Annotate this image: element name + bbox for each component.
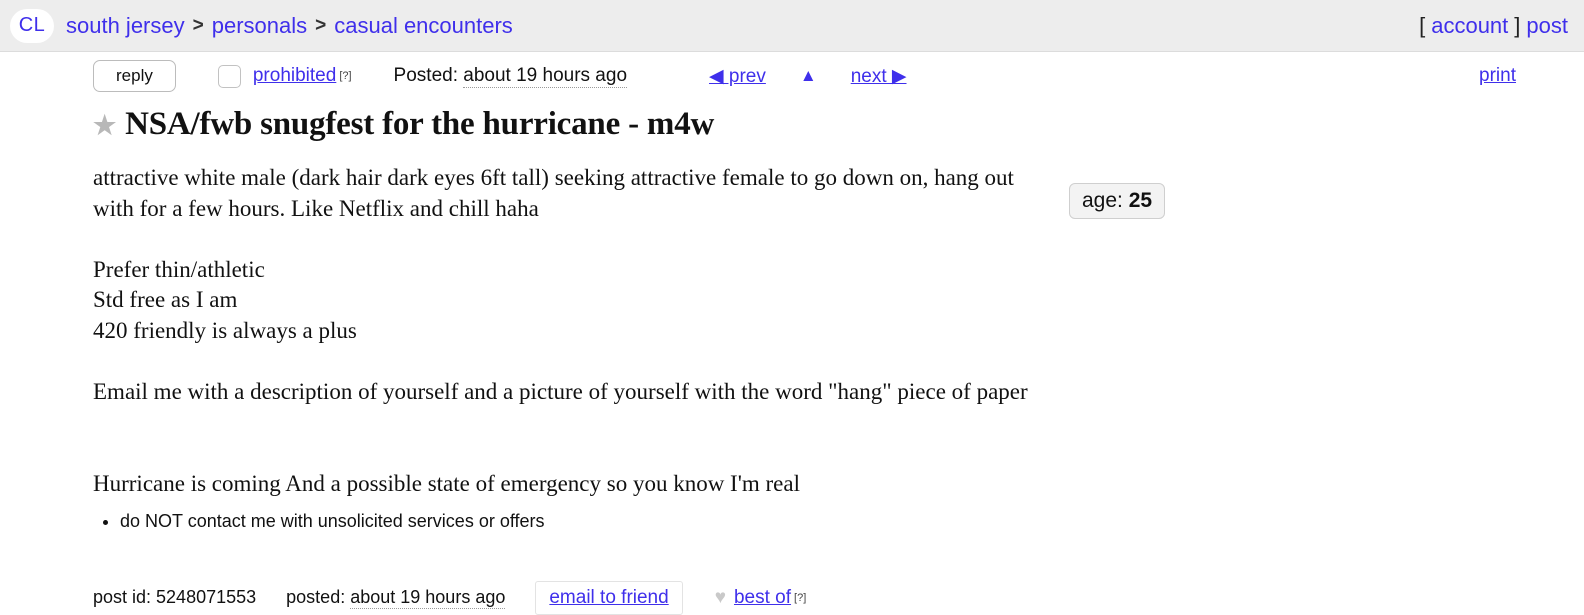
bracket-open: [: [1419, 12, 1426, 38]
attribute-age-key: age:: [1082, 189, 1123, 212]
post-toolbar: reply prohibited [?] Posted: about 19 ho…: [0, 52, 1584, 100]
post-footer: post id: 5248071553 posted: about 19 hou…: [0, 580, 1584, 615]
posting-title-text: NSA/fwb snugfest for the hurricane - m4w: [125, 106, 715, 142]
footer-posted-relative-time: about 19 hours ago: [350, 587, 506, 610]
account-link[interactable]: account: [1431, 13, 1508, 39]
breadcrumb-item-casual-encounters[interactable]: casual encounters: [334, 13, 513, 39]
up-arrow-icon[interactable]: ▲: [800, 66, 817, 86]
page-title: ★ NSA/fwb snugfest for the hurricane - m…: [93, 106, 1544, 143]
print-link[interactable]: print: [1479, 65, 1516, 87]
breadcrumb-separator: >: [192, 14, 204, 36]
posted-timestamp: Posted: about 19 hours ago: [393, 65, 628, 88]
best-of-link[interactable]: best of: [734, 587, 791, 609]
heart-icon[interactable]: ♥: [715, 588, 726, 607]
pager: ◀ prev ▲ next ▶: [709, 65, 907, 88]
reply-button[interactable]: reply: [93, 59, 176, 93]
best-of-group: ♥ best of [?]: [715, 587, 807, 609]
next-link[interactable]: next ▶: [851, 65, 907, 88]
list-item: do NOT contact me with unsolicited servi…: [120, 509, 1544, 534]
post-id: post id: 5248071553: [93, 587, 257, 608]
flag-prohibited-link[interactable]: prohibited: [253, 65, 336, 87]
posting-notices: do NOT contact me with unsolicited servi…: [93, 509, 1544, 534]
flag-prohibited-group: prohibited [?]: [217, 64, 352, 88]
attribute-age: age: 25: [1069, 183, 1166, 219]
footer-posted-prefix: posted:: [286, 587, 346, 608]
attribute-age-value: 25: [1128, 189, 1153, 212]
post-link[interactable]: post: [1526, 13, 1568, 39]
breadcrumb-separator: >: [315, 14, 327, 36]
prev-link[interactable]: ◀ prev: [709, 65, 766, 88]
email-to-friend-box[interactable]: email to friend: [535, 580, 683, 615]
flag-prohibited-checkbox[interactable]: [217, 64, 241, 88]
craigslist-logo-label: CL: [18, 14, 46, 36]
breadcrumb-item-personals[interactable]: personals: [212, 13, 307, 39]
breadcrumb-item-south-jersey[interactable]: south jersey: [66, 13, 185, 39]
posting: ★ NSA/fwb snugfest for the hurricane - m…: [0, 106, 1584, 535]
favorite-star-icon[interactable]: ★: [93, 113, 116, 139]
help-icon[interactable]: [?]: [339, 70, 351, 82]
posting-body-row: attractive white male (dark hair dark ey…: [93, 143, 1544, 499]
posted-prefix-label: Posted:: [393, 65, 458, 86]
help-icon[interactable]: [?]: [794, 592, 806, 604]
bracket-close: ]: [1514, 12, 1521, 38]
breadcrumb: south jersey > personals > casual encoun…: [66, 13, 513, 39]
footer-posted-timestamp: posted: about 19 hours ago: [286, 587, 506, 610]
attribute-group: age: 25: [1069, 183, 1166, 219]
craigslist-logo[interactable]: CL: [10, 8, 54, 43]
posted-relative-time: about 19 hours ago: [463, 65, 628, 88]
posting-body: attractive white male (dark hair dark ey…: [93, 165, 1028, 496]
global-header: CL south jersey > personals > casual enc…: [0, 0, 1584, 52]
header-account-links: [ account ] post: [1419, 13, 1568, 39]
email-to-friend-link[interactable]: email to friend: [549, 587, 668, 608]
